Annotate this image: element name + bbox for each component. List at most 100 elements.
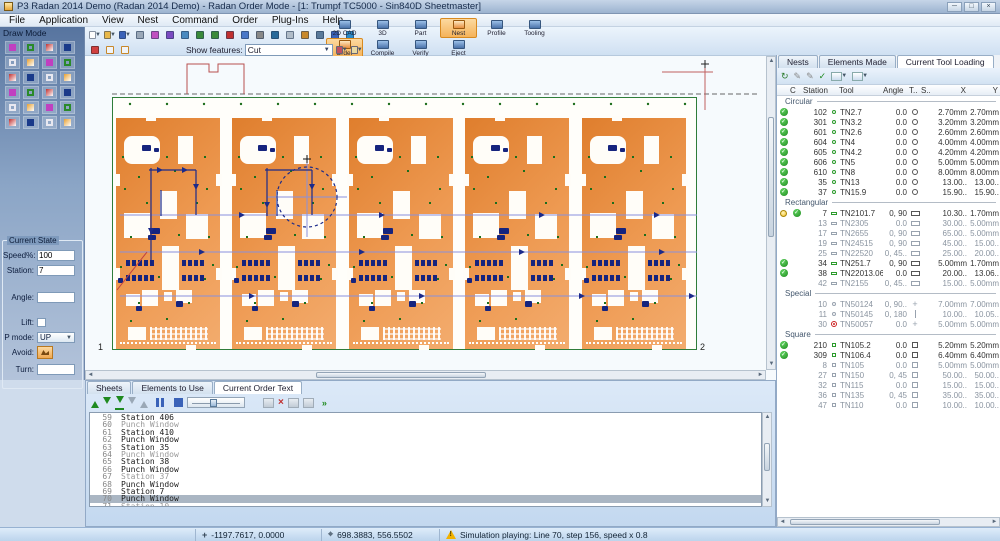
erase-tool-icon[interactable]: [23, 71, 38, 84]
grid-icon[interactable]: [283, 28, 297, 41]
scrollbar-thumb[interactable]: [764, 443, 770, 471]
menu-view[interactable]: View: [95, 14, 131, 27]
order-line[interactable]: 59Station 406: [90, 414, 761, 421]
nest-drawing-canvas[interactable]: 1 2 ◄ ► ▲ ▼: [85, 56, 776, 380]
menu-command[interactable]: Command: [165, 14, 225, 27]
swatch-a-dropdown[interactable]: ▼: [831, 72, 847, 81]
delete-order-icon[interactable]: ×: [278, 398, 284, 408]
tool-row[interactable]: ✓309TN106.40.06.40mm6.40mm: [777, 350, 1000, 360]
tab-current-tool-loading[interactable]: Current Tool Loading: [897, 55, 994, 68]
mode-3d-button[interactable]: 3D: [364, 18, 401, 38]
center-tool-icon[interactable]: [60, 56, 75, 69]
order-line[interactable]: 69Station 7: [90, 488, 761, 495]
copy-icon[interactable]: [178, 28, 192, 41]
minimize-button[interactable]: ─: [947, 2, 962, 12]
menu-file[interactable]: File: [2, 14, 32, 27]
new-icon[interactable]: ▼: [88, 28, 102, 41]
tool-row[interactable]: 47TN1100.010.00..10.00..: [777, 400, 1000, 410]
tool-row[interactable]: 32TN1150.015.00..15.00..: [777, 380, 1000, 390]
scroll-right-icon[interactable]: ►: [756, 371, 765, 380]
order-line[interactable]: 64Punch Window: [90, 451, 761, 458]
tool-row[interactable]: 13TN23050.030.00..5.00mm: [777, 218, 1000, 228]
nested-part[interactable]: [582, 118, 686, 349]
scroll-left-icon[interactable]: ◄: [86, 371, 95, 380]
column-header-c[interactable]: C: [790, 86, 803, 95]
order-text-list[interactable]: 59Station 40660Punch Window61Station 410…: [89, 412, 762, 507]
menu-order[interactable]: Order: [225, 14, 265, 27]
step-gray2-icon[interactable]: [140, 397, 148, 408]
view-icon[interactable]: [303, 398, 314, 408]
tool-row[interactable]: 11TN501450, 18010.00..10.05..: [777, 309, 1000, 319]
line-tool-icon[interactable]: [5, 41, 20, 54]
tool-row[interactable]: ✓34TN251.70, 905.00mm1.70mm: [777, 258, 1000, 268]
stop-tool-icon[interactable]: [42, 101, 57, 114]
tool-row[interactable]: ✓7TN2101.70, 9010.30..1.70mm: [777, 208, 1000, 218]
window-tool-icon[interactable]: [60, 101, 75, 114]
split-horizontal-icon[interactable]: [103, 43, 117, 56]
order-line[interactable]: 66Punch Window: [90, 466, 761, 473]
step-gray-icon[interactable]: [128, 397, 136, 408]
speed-slider[interactable]: [187, 397, 245, 408]
point-tool-icon[interactable]: [42, 41, 57, 54]
lift-checkbox[interactable]: [37, 318, 46, 327]
column-header-tool[interactable]: Tool: [839, 86, 883, 95]
tab-current-order-text[interactable]: Current Order Text: [214, 381, 302, 394]
speed-input[interactable]: [37, 250, 75, 261]
nested-part[interactable]: [349, 118, 453, 349]
brush-dropdown-icon[interactable]: ✎: [806, 71, 814, 81]
step-down-icon[interactable]: [103, 397, 111, 408]
order-line[interactable]: 71Station 10: [90, 503, 761, 507]
mode-compile-button[interactable]: Compile: [364, 38, 401, 58]
mode-tooling-button[interactable]: Tooling: [516, 18, 553, 38]
column-header-x[interactable]: X: [933, 86, 969, 95]
mode-profile-button[interactable]: Profile: [478, 18, 515, 38]
tool-row[interactable]: 36TN1350, 4535.00..35.00..: [777, 390, 1000, 400]
swatch-b-dropdown[interactable]: ▼: [852, 72, 868, 81]
fill-tool-icon[interactable]: [60, 41, 75, 54]
scroll-down-icon[interactable]: ▼: [767, 360, 776, 369]
photo-tool-icon[interactable]: [60, 86, 75, 99]
run-to-end-icon[interactable]: [115, 396, 124, 410]
tool-row[interactable]: ✓610TN80.08.00mm8.00mm: [777, 167, 1000, 177]
cross-move-tool-icon[interactable]: [42, 56, 57, 69]
dots-tool-icon[interactable]: [23, 116, 38, 129]
split-vertical-icon[interactable]: [118, 43, 132, 56]
tool-row[interactable]: ✓605TN4.20.04.20mm4.20mm: [777, 147, 1000, 157]
filter-icon[interactable]: [253, 28, 267, 41]
snap-icon[interactable]: [268, 28, 282, 41]
circle-pattern-tool-icon[interactable]: [42, 71, 57, 84]
draw-style-icon[interactable]: ▼: [335, 43, 349, 56]
grid-tool-icon[interactable]: [60, 116, 75, 129]
maximize-button[interactable]: □: [964, 2, 979, 12]
order-line[interactable]: 67Station 37: [90, 473, 761, 480]
scroll-up-icon[interactable]: ▲: [763, 413, 772, 422]
nested-part[interactable]: [465, 118, 569, 349]
nested-part[interactable]: [116, 118, 220, 349]
tool-row[interactable]: ✓601TN2.60.02.60mm2.60mm: [777, 127, 1000, 137]
column-header-station[interactable]: Station: [803, 86, 839, 95]
save-icon[interactable]: ▼: [118, 28, 132, 41]
jump-first-icon[interactable]: [91, 397, 99, 408]
redo-icon[interactable]: [208, 28, 222, 41]
tab-nests[interactable]: Nests: [778, 55, 818, 68]
tool-row[interactable]: ✓35TN130.013.00..13.00..: [777, 177, 1000, 187]
menu-plug-ins[interactable]: Plug-Ins: [265, 14, 316, 27]
order-line[interactable]: 68Punch Window: [90, 481, 761, 488]
tool-row[interactable]: 25TN225200, 45..25.00..20.00..: [777, 248, 1000, 258]
rect-tool-icon[interactable]: [23, 41, 38, 54]
pencil-icon[interactable]: [148, 28, 162, 41]
tab-sheets[interactable]: Sheets: [87, 381, 131, 394]
tool-row[interactable]: ✓38TN22013.060.020.00..13.06..: [777, 268, 1000, 278]
slider-thumb[interactable]: [210, 399, 217, 407]
scroll-down-icon[interactable]: ▼: [763, 497, 772, 506]
pmode-dropdown[interactable]: UP ▼: [37, 332, 75, 343]
column-header-s[interactable]: S..: [921, 86, 933, 95]
mode-nest-button[interactable]: Nest: [440, 18, 477, 38]
turn-input[interactable]: [37, 364, 75, 375]
window-icon[interactable]: [298, 28, 312, 41]
frame-tool-icon[interactable]: [5, 86, 20, 99]
tool-row[interactable]: ✓37TN15.90.015.90..15.90..: [777, 187, 1000, 197]
pen-icon[interactable]: [163, 28, 177, 41]
print-icon[interactable]: [133, 28, 147, 41]
stop-icon[interactable]: [174, 398, 183, 407]
